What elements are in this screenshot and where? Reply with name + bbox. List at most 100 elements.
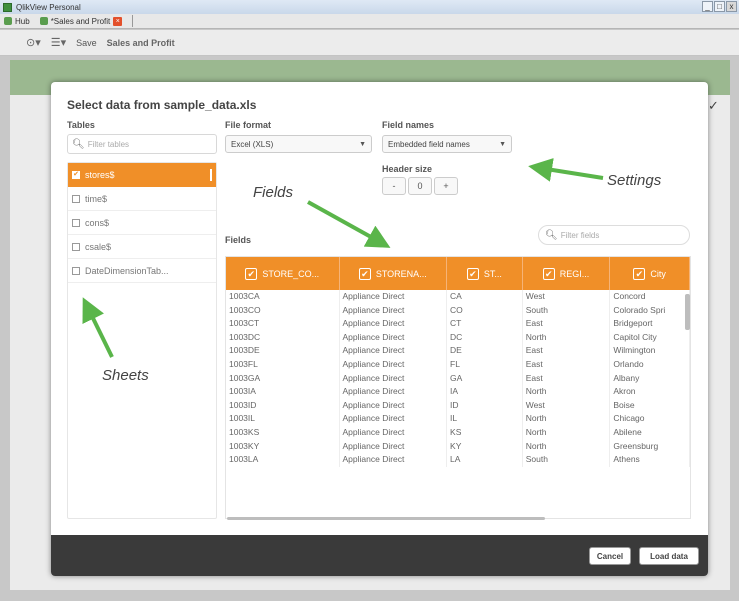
column-header-store-name[interactable]: ✔ STORENA... [340,257,448,290]
cell-store-name: Appliance Direct [340,398,448,413]
maximize-button[interactable]: □ [714,1,725,12]
app-title: Sales and Profit [106,37,175,48]
cell-city: Akron [610,385,690,399]
tab-divider [132,15,134,27]
cell-store-name: Appliance Direct [340,290,448,304]
column-header-label: REGI... [559,268,590,279]
cell-region: East [523,371,611,386]
table-row: 1003DC Appliance Direct DC North Capitol Cit… [226,330,690,345]
field-names-value: Embedded field names [388,139,470,149]
cell-state: DC [447,330,523,345]
cell-region: South [523,453,611,467]
table-item-label: time$ [85,193,108,204]
column-header-label: STORE_CO... [262,268,320,279]
cell-region: West [523,290,611,304]
column-header-state[interactable]: ✔ ST... [447,257,523,290]
table-item-cons[interactable]: cons$ [68,211,216,235]
tab-hub[interactable]: Hub [4,17,30,26]
checkbox-icon[interactable] [72,194,80,203]
checkbox-icon[interactable] [72,242,80,251]
horizontal-scrollbar[interactable] [227,517,545,520]
cancel-button[interactable]: Cancel [589,547,631,565]
checkbox-checked-icon[interactable]: ✔ [542,267,555,280]
checkbox-icon[interactable] [72,266,80,275]
cell-region: North [523,439,611,454]
list-menu-icon[interactable]: ☰▾ [51,36,66,49]
table-item-stores[interactable]: ✔ stores$ [68,163,216,187]
fields-filter-input[interactable]: 🔍︎ Filter fields [538,225,690,245]
column-header-store-code[interactable]: ✔ STORE_CO... [226,257,340,290]
cell-city: Bridgeport [610,317,690,331]
table-row: 1003DE Appliance Direct DE East Wilmington [226,344,690,358]
navigation-menu-icon[interactable]: ⊙▾ [26,36,41,49]
cell-city: Wilmington [610,344,690,358]
window-title: QlikView Personal [16,2,81,12]
minimize-button[interactable]: _ [702,1,713,12]
field-names-dropdown[interactable]: Embedded field names ▼ [382,135,512,153]
fields-label: Fields [225,235,252,245]
cell-city: Capitol City [610,330,690,345]
annotation-fields: Fields [253,184,294,201]
cell-store-name: Appliance Direct [340,330,448,345]
vertical-scrollbar[interactable] [685,294,690,330]
table-row: 1003LA Appliance Direct LA South Athens [226,453,690,467]
cell-store-name: Appliance Direct [340,344,448,358]
cell-state: KY [447,439,523,454]
decrement-button[interactable]: - [382,177,406,195]
cell-store-code: 1003KY [226,439,340,454]
increment-button[interactable]: + [434,177,458,195]
checkbox-checked-icon[interactable]: ✔ [245,267,258,280]
save-button[interactable]: Save [76,38,97,48]
checkbox-checked-icon[interactable]: ✔ [466,267,479,280]
tab-hub-label: Hub [15,16,30,26]
cell-state: KS [447,425,523,440]
app-icon [39,17,48,25]
table-row: 1003IA Appliance Direct IA North Akron [226,385,690,399]
tables-filter-input[interactable]: 🔍︎ Filter tables [67,134,217,154]
table-item-label: DateDimensionTab... [85,265,169,276]
close-window-button[interactable]: x [726,1,737,12]
window-titlebar: QlikView Personal _ □ x [0,0,739,14]
table-row: 1003GA Appliance Direct GA East Albany [226,371,690,386]
cell-region: East [523,317,611,331]
fields-filter-placeholder: Filter fields [560,230,600,240]
column-header-region[interactable]: ✔ REGI... [523,257,611,290]
table-item-csale[interactable]: csale$ [68,235,216,259]
file-format-label: File format [225,120,272,130]
tab-bar: Hub *Sales and Profit × [0,14,739,29]
table-row: 1003CT Appliance Direct CT East Bridgeport [226,317,690,331]
dialog-title: Select data from sample_data.xls [67,98,257,112]
cell-state: CA [447,290,523,304]
table-row: 1003CO Appliance Direct CO South Colorado Sp… [226,303,690,318]
cell-region: North [523,385,611,399]
checkbox-checked-icon[interactable]: ✔ [358,267,371,280]
table-item-time[interactable]: time$ [68,187,216,211]
table-row: 1003IL Appliance Direct IL North Chicago [226,412,690,426]
checkbox-checked-icon[interactable]: ✔ [633,267,646,280]
tab-sales-label: *Sales and Profit [50,16,111,26]
cell-state: LA [447,453,523,467]
header-size-value[interactable]: 0 [408,177,432,195]
cell-store-name: Appliance Direct [340,453,448,467]
app-toolbar: ⊙▾ ☰▾ Save Sales and Profit [0,30,739,56]
table-row: 1003FL Appliance Direct FL East Orlando [226,357,690,372]
checkbox-checked-icon[interactable]: ✔ [72,171,80,179]
table-row: 1003KY Appliance Direct KY North Greensburg [226,439,690,454]
cell-store-code: 1003KS [226,425,340,440]
cell-store-code: 1003LA [226,453,340,467]
cell-region: North [523,425,611,440]
file-format-dropdown[interactable]: Excel (XLS) ▼ [225,135,372,153]
search-icon: 🔍︎ [72,138,85,150]
table-item-label: stores$ [85,170,115,180]
cell-state: IA [447,385,523,399]
column-header-city[interactable]: ✔ City [610,257,690,290]
table-item-datedimension[interactable]: DateDimensionTab... [68,259,216,283]
cell-state: CT [447,317,523,331]
chevron-down-icon: ▼ [359,140,366,148]
close-tab-icon[interactable]: × [113,16,123,26]
load-data-button[interactable]: Load data [639,547,699,565]
tab-sales-and-profit[interactable]: *Sales and Profit × [39,16,123,26]
checkbox-icon[interactable] [72,218,80,227]
cell-store-code: 1003IA [226,385,340,399]
checkmark-icon: ✓ [708,98,719,113]
